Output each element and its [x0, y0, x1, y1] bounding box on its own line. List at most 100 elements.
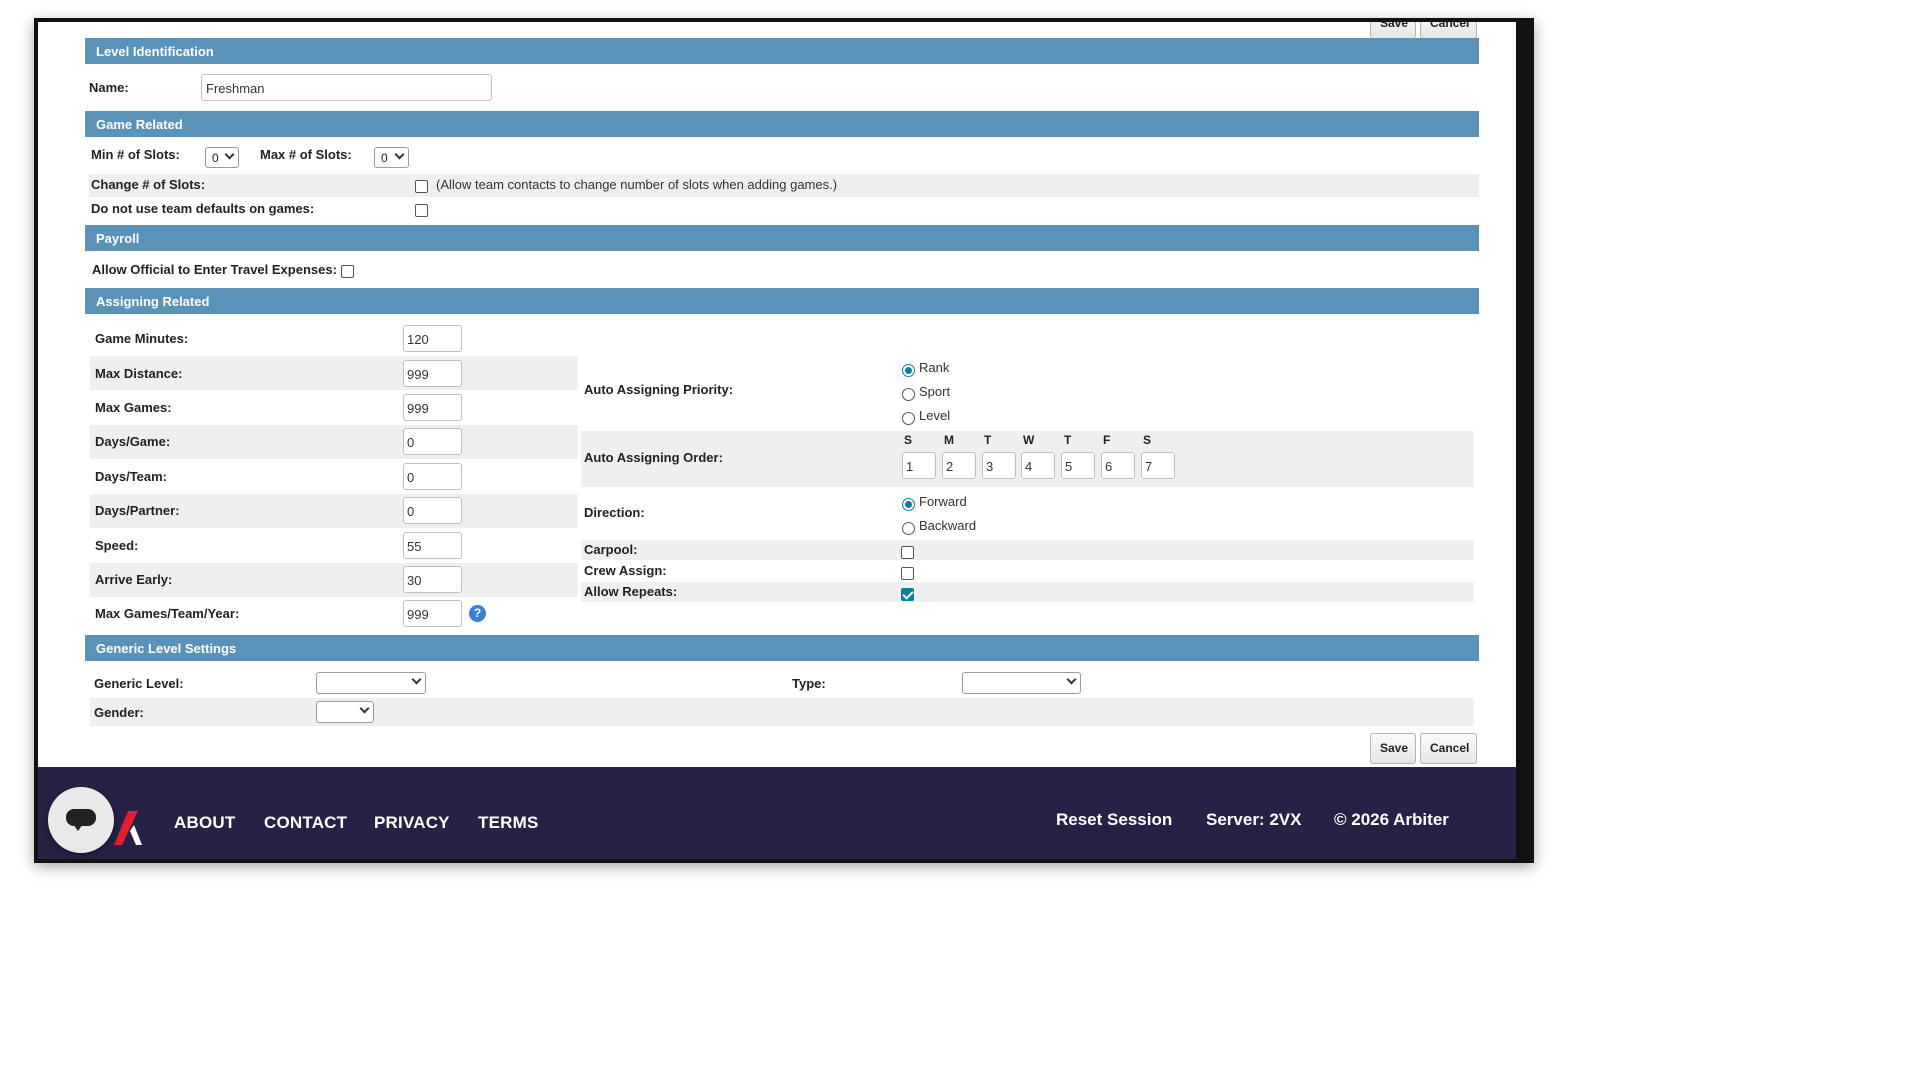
travel-expenses-checkbox[interactable]	[341, 265, 354, 278]
chevron-down-icon	[359, 703, 370, 714]
order-value-thu: 5	[1065, 459, 1073, 474]
chevron-down-icon	[224, 149, 235, 160]
name-label: Name:	[89, 80, 129, 95]
chevron-down-icon	[394, 149, 405, 160]
order-day-sun: S	[904, 433, 913, 447]
game-minutes-input[interactable]: 120	[403, 325, 462, 352]
order-input-sat[interactable]: 7	[1141, 452, 1175, 479]
scroll-up-icon[interactable]	[1521, 26, 1529, 33]
days-team-input[interactable]: 0	[403, 463, 462, 490]
order-input-thu[interactable]: 5	[1061, 452, 1095, 479]
order-value-sat: 7	[1145, 459, 1153, 474]
max-games-team-year-value: 999	[407, 607, 429, 622]
order-input-sun[interactable]: 1	[902, 452, 936, 479]
priority-rank-radio[interactable]	[902, 364, 915, 377]
server-label: Server: 2VX	[1206, 810, 1302, 829]
name-input[interactable]: Freshman	[201, 74, 492, 101]
name-input-value: Freshman	[206, 81, 265, 96]
footer-link-about[interactable]: ABOUT	[174, 813, 235, 833]
cancel-button[interactable]: Cancel	[1420, 733, 1477, 764]
type-label: Type:	[792, 676, 826, 691]
arbiter-logo-icon	[114, 811, 142, 845]
order-value-sun: 1	[906, 459, 914, 474]
chat-icon-tail	[73, 824, 83, 831]
section-header-game-related: Game Related	[85, 111, 1479, 137]
direction-forward-radio[interactable]	[902, 498, 915, 511]
days-partner-value: 0	[407, 504, 415, 519]
game-minutes-value: 120	[407, 332, 429, 347]
max-slots-label: Max # of Slots:	[260, 147, 352, 162]
site-footer: ABOUT CONTACT PRIVACY TERMS Reset Sessio…	[38, 767, 1516, 859]
section-header-level-identification: Level Identification	[85, 38, 1479, 64]
help-icon[interactable]: ?	[469, 605, 486, 622]
max-distance-value: 999	[407, 367, 429, 382]
min-slots-label: Min # of Slots:	[91, 147, 180, 162]
scroll-down-icon[interactable]	[1521, 848, 1529, 855]
days-game-input[interactable]: 0	[403, 428, 462, 455]
chat-widget-button[interactable]	[48, 787, 114, 853]
order-input-tue[interactable]: 3	[982, 452, 1016, 479]
order-input-fri[interactable]: 6	[1101, 452, 1135, 479]
speed-input[interactable]: 55	[403, 532, 462, 559]
change-slots-checkbox[interactable]	[415, 180, 428, 193]
carpool-label: Carpool:	[584, 542, 638, 557]
footer-link-terms[interactable]: TERMS	[478, 813, 539, 833]
order-value-fri: 6	[1105, 459, 1113, 474]
max-games-value: 999	[407, 401, 429, 416]
arrive-early-input[interactable]: 30	[403, 566, 462, 593]
chevron-down-icon	[1066, 674, 1077, 685]
auto-assigning-priority-label: Auto Assigning Priority:	[584, 382, 734, 397]
type-select[interactable]	[962, 672, 1081, 694]
direction-forward-label: Forward	[919, 494, 967, 509]
save-button[interactable]: Save	[1370, 733, 1416, 764]
days-game-value: 0	[407, 435, 415, 450]
min-slots-select[interactable]: 0	[205, 147, 239, 168]
save-button-top[interactable]: Save	[1370, 22, 1416, 39]
arrive-early-label: Arrive Early:	[95, 572, 173, 587]
generic-level-select[interactable]	[316, 672, 426, 694]
speed-label: Speed:	[95, 538, 139, 553]
days-partner-label: Days/Partner:	[95, 503, 180, 518]
no-team-defaults-label: Do not use team defaults on games:	[91, 201, 315, 216]
allow-repeats-checkbox[interactable]	[901, 588, 914, 601]
cancel-button-top[interactable]: Cancel	[1420, 22, 1477, 39]
direction-backward-radio[interactable]	[902, 522, 915, 535]
order-day-tue: T	[984, 433, 992, 447]
app-window: Save Cancel Level Identification Name: F…	[34, 18, 1534, 863]
scrollbar[interactable]	[1518, 22, 1532, 859]
carpool-checkbox[interactable]	[901, 546, 914, 559]
days-team-label: Days/Team:	[95, 469, 168, 484]
max-games-team-year-input[interactable]: 999	[403, 600, 462, 627]
order-value-wed: 4	[1025, 459, 1033, 474]
gender-label: Gender:	[94, 705, 144, 720]
reset-session-link[interactable]: Reset Session	[1056, 810, 1172, 830]
order-value-mon: 2	[946, 459, 954, 474]
order-day-mon: M	[944, 433, 954, 447]
crew-assign-checkbox[interactable]	[901, 567, 914, 580]
max-games-input[interactable]: 999	[403, 394, 462, 421]
priority-level-label: Level	[919, 408, 951, 423]
max-slots-select[interactable]: 0	[374, 147, 409, 168]
max-games-team-year-label: Max Games/Team/Year:	[95, 606, 240, 621]
gender-select[interactable]	[316, 701, 374, 723]
auto-assigning-order-label: Auto Assigning Order:	[584, 450, 723, 465]
scrollbar-thumb[interactable]	[1521, 182, 1529, 832]
allow-repeats-label: Allow Repeats:	[584, 584, 678, 599]
no-team-defaults-checkbox[interactable]	[415, 204, 428, 217]
order-day-fri: F	[1103, 433, 1111, 447]
order-input-wed[interactable]: 4	[1021, 452, 1055, 479]
max-slots-value: 0	[381, 151, 388, 165]
days-partner-input[interactable]: 0	[403, 497, 462, 524]
priority-sport-radio[interactable]	[902, 388, 915, 401]
section-header-payroll: Payroll	[85, 225, 1479, 251]
max-distance-input[interactable]: 999	[403, 360, 462, 387]
change-slots-note: (Allow team contacts to change number of…	[436, 177, 838, 192]
travel-expenses-label: Allow Official to Enter Travel Expenses:	[92, 262, 337, 277]
order-input-mon[interactable]: 2	[942, 452, 976, 479]
max-games-label: Max Games:	[95, 400, 172, 415]
footer-link-privacy[interactable]: PRIVACY	[374, 813, 450, 833]
footer-link-contact[interactable]: CONTACT	[264, 813, 347, 833]
copyright-text: © 2026 Arbiter	[1334, 810, 1449, 829]
speed-value: 55	[407, 539, 422, 554]
priority-level-radio[interactable]	[902, 412, 915, 425]
